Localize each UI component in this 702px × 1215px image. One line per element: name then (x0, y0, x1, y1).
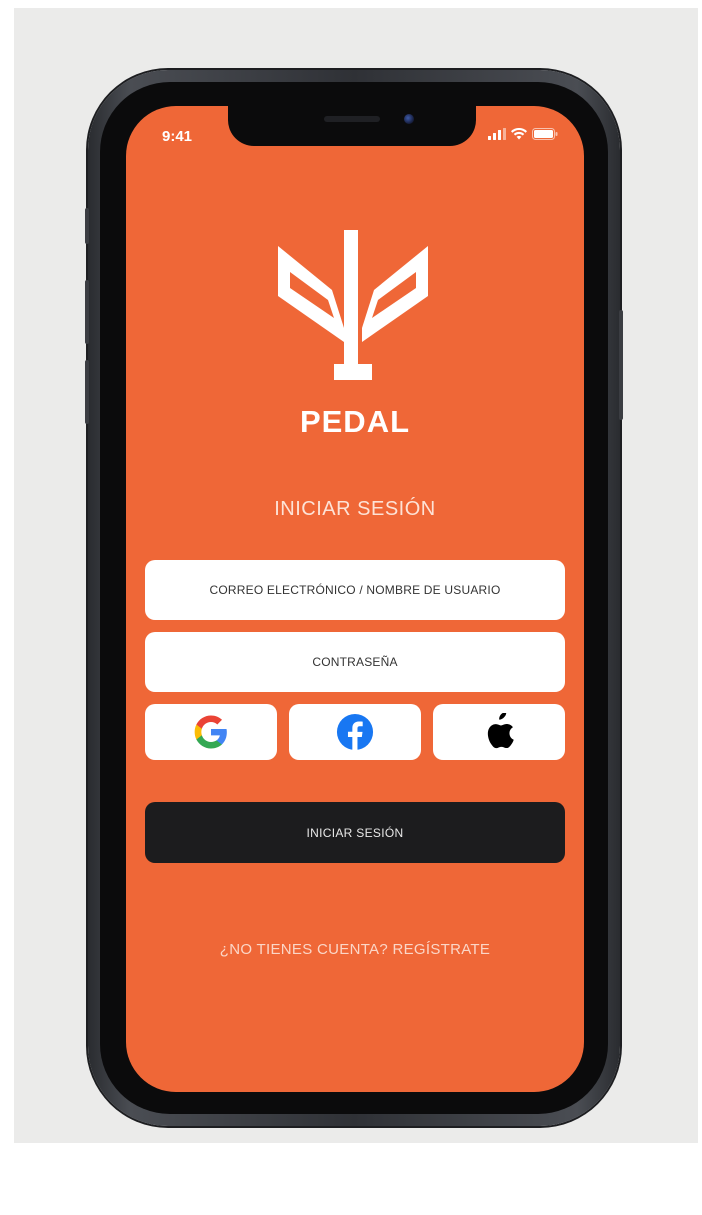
facebook-login-button[interactable] (289, 704, 421, 760)
status-icons (488, 128, 558, 140)
apple-icon (487, 713, 514, 749)
app-screen: 9:41 PEDAL INICIAR SESIÓN CORREO ELECTRÓ… (126, 106, 584, 1092)
volume-down-button (85, 360, 89, 424)
google-login-button[interactable] (145, 704, 277, 760)
signal-icon (488, 128, 506, 140)
email-field[interactable]: CORREO ELECTRÓNICO / NOMBRE DE USUARIO (145, 560, 565, 620)
speaker (324, 116, 380, 122)
volume-up-button (85, 280, 89, 344)
signup-link[interactable]: ¿NO TIENES CUENTA? REGÍSTRATE (126, 941, 584, 958)
google-icon (194, 715, 227, 749)
password-placeholder: CONTRASEÑA (312, 655, 398, 669)
wifi-icon (511, 128, 527, 140)
apple-login-button[interactable] (433, 704, 565, 760)
login-submit-button[interactable]: INICIAR SESIÓN (145, 802, 565, 863)
notch (228, 106, 476, 146)
login-submit-label: INICIAR SESIÓN (306, 825, 404, 840)
camera (404, 114, 414, 124)
battery-icon (532, 128, 558, 140)
brand-name: PEDAL (299, 404, 411, 439)
pedal-logo-icon (278, 230, 428, 380)
power-button (619, 310, 623, 420)
status-time: 9:41 (162, 128, 193, 145)
silent-switch (85, 208, 89, 244)
email-placeholder: CORREO ELECTRÓNICO / NOMBRE DE USUARIO (209, 583, 501, 597)
password-field[interactable]: CONTRASEÑA (145, 632, 565, 692)
login-heading: INICIAR SESIÓN (274, 498, 436, 520)
facebook-icon (336, 713, 374, 751)
